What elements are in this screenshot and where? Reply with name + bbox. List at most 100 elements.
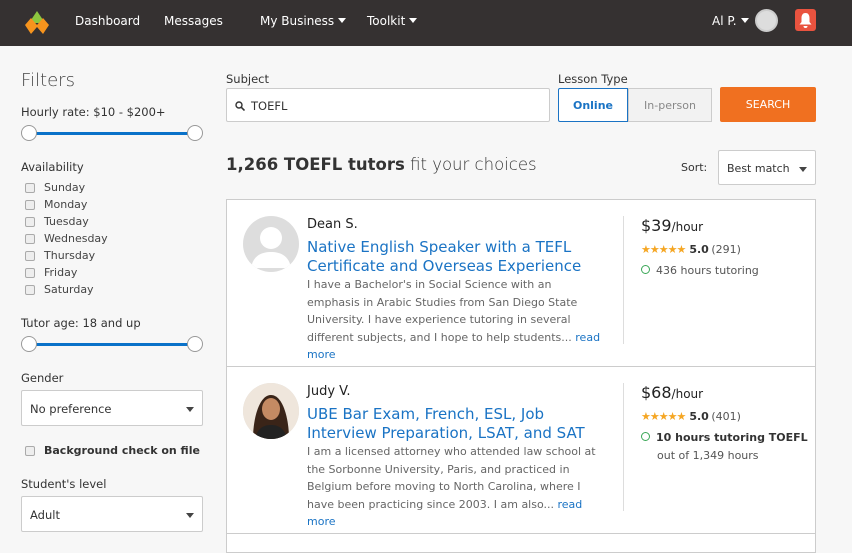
- caret-down-icon: [186, 407, 194, 412]
- nav-dashboard[interactable]: Dashboard: [75, 14, 140, 28]
- checkbox[interactable]: [25, 233, 35, 244]
- user-menu[interactable]: Al P.: [712, 14, 749, 28]
- in-person-toggle[interactable]: In-person: [628, 88, 712, 122]
- slider-min-handle[interactable]: [21, 336, 37, 352]
- label: Hourly rate:: [21, 105, 90, 119]
- day-label: Sunday: [44, 181, 86, 194]
- subject-label: Subject: [226, 72, 269, 86]
- slider-track: [29, 343, 196, 346]
- review-count[interactable]: (291): [711, 243, 741, 256]
- price-unit: /hour: [671, 220, 704, 234]
- nav-label: My Business: [260, 14, 335, 28]
- clock-icon: [641, 432, 650, 441]
- day-label: Friday: [44, 266, 78, 279]
- gender-label: Gender: [21, 371, 64, 385]
- students-level-label: Student's level: [21, 477, 107, 491]
- lesson-type-label: Lesson Type: [558, 72, 628, 86]
- star-rating-icons: ★★★★★: [641, 243, 686, 256]
- logo-icon[interactable]: [24, 10, 50, 36]
- suffix: fit your choices: [410, 155, 537, 174]
- checkbox-label: Background check on file: [44, 444, 200, 457]
- checkbox[interactable]: [25, 284, 35, 295]
- slider-track: [29, 132, 196, 135]
- search-icon: [235, 101, 245, 111]
- subject-input[interactable]: TOEFL: [226, 88, 550, 122]
- checkbox[interactable]: [25, 216, 35, 227]
- hourly-rate-slider[interactable]: [21, 124, 206, 144]
- tutor-age-slider[interactable]: [21, 335, 206, 355]
- checkbox[interactable]: [25, 250, 35, 261]
- day-label: Thursday: [44, 249, 96, 262]
- caret-down-icon: [740, 18, 749, 23]
- hours-total: out of 1,349 hours: [657, 449, 759, 462]
- nav-messages[interactable]: Messages: [164, 14, 223, 28]
- hourly-rate-label: Hourly rate: $10 - $200+: [21, 105, 206, 119]
- nav-toolkit[interactable]: Toolkit: [367, 14, 418, 28]
- caret-down-icon: [799, 167, 807, 172]
- label: Tutor age:: [21, 316, 79, 330]
- select-value: Adult: [30, 508, 60, 522]
- user-avatar[interactable]: [755, 9, 778, 32]
- tutor-price: $68/hour: [641, 383, 703, 402]
- day-label: Wednesday: [44, 232, 108, 245]
- hours-tutoring: 10 hours tutoring TOEFL: [641, 431, 808, 444]
- rating: ★★★★★ 5.0 (401): [641, 410, 741, 423]
- day-checkbox-sunday[interactable]: Sunday: [21, 179, 206, 196]
- hours-text: 10 hours tutoring TOEFL: [656, 431, 808, 444]
- day-checkbox-thursday[interactable]: Thursday: [21, 247, 206, 264]
- sort-select[interactable]: Best match: [718, 150, 816, 185]
- day-checkbox-wednesday[interactable]: Wednesday: [21, 230, 206, 247]
- select-value: No preference: [30, 402, 112, 416]
- user-name: Al P.: [712, 14, 737, 28]
- slider-max-handle[interactable]: [187, 125, 203, 141]
- gender-select[interactable]: No preference: [21, 390, 203, 426]
- tutor-avatar[interactable]: [243, 383, 299, 439]
- price-value: $39: [641, 216, 672, 235]
- clock-icon: [641, 265, 650, 274]
- review-count[interactable]: (401): [711, 410, 741, 423]
- filters-title: Filters: [21, 70, 75, 91]
- tutor-card[interactable]: Judy V. UBE Bar Exam, French, ESL, Job I…: [226, 366, 816, 534]
- checkbox[interactable]: [25, 182, 35, 193]
- top-nav: Dashboard Messages My Business Toolkit A…: [0, 0, 852, 46]
- day-checkbox-saturday[interactable]: Saturday: [21, 281, 206, 298]
- day-label: Monday: [44, 198, 88, 211]
- tutor-name: Judy V.: [307, 384, 351, 399]
- description-text: I am a licensed attorney who attended la…: [307, 445, 596, 511]
- tutor-card[interactable]: [226, 533, 816, 553]
- notifications-bell-icon[interactable]: [795, 9, 816, 31]
- divider: [623, 383, 624, 511]
- tutor-title-link[interactable]: Native English Speaker with a TEFL Certi…: [307, 238, 607, 276]
- background-check-checkbox[interactable]: Background check on file: [21, 444, 206, 457]
- students-level-select[interactable]: Adult: [21, 496, 203, 532]
- availability-list: Sunday Monday Tuesday Wednesday Thursday Frid…: [21, 179, 206, 298]
- tutor-name: Dean S.: [307, 217, 358, 232]
- tutor-age-label: Tutor age: 18 and up: [21, 316, 206, 330]
- nav-label: Toolkit: [367, 14, 406, 28]
- tutor-title-link[interactable]: UBE Bar Exam, French, ESL, Job Interview…: [307, 405, 607, 443]
- divider: [623, 216, 624, 344]
- slider-min-handle[interactable]: [21, 125, 37, 141]
- checkbox[interactable]: [25, 267, 35, 278]
- day-checkbox-friday[interactable]: Friday: [21, 264, 206, 281]
- day-label: Tuesday: [44, 215, 89, 228]
- price-unit: /hour: [671, 387, 704, 401]
- hourly-rate-value: $10 - $200+: [93, 105, 166, 119]
- nav-my-business[interactable]: My Business: [260, 14, 347, 28]
- day-checkbox-monday[interactable]: Monday: [21, 196, 206, 213]
- checkbox[interactable]: [25, 445, 35, 456]
- slider-max-handle[interactable]: [187, 336, 203, 352]
- caret-down-icon: [409, 18, 418, 23]
- caret-down-icon: [186, 513, 194, 518]
- tutor-card[interactable]: Dean S. Native English Speaker with a TE…: [226, 199, 816, 367]
- search-button[interactable]: SEARCH: [720, 87, 816, 122]
- day-label: Saturday: [44, 283, 94, 296]
- filters-sidebar: Filters Hourly rate: $10 - $200+ Availab…: [21, 70, 206, 532]
- results-count: 1,266 TOEFL tutors fit your choices: [226, 155, 537, 174]
- input-value: TOEFL: [251, 99, 288, 113]
- tutor-avatar[interactable]: [243, 216, 299, 272]
- day-checkbox-tuesday[interactable]: Tuesday: [21, 213, 206, 230]
- select-value: Best match: [727, 162, 790, 175]
- online-toggle[interactable]: Online: [558, 88, 628, 122]
- checkbox[interactable]: [25, 199, 35, 210]
